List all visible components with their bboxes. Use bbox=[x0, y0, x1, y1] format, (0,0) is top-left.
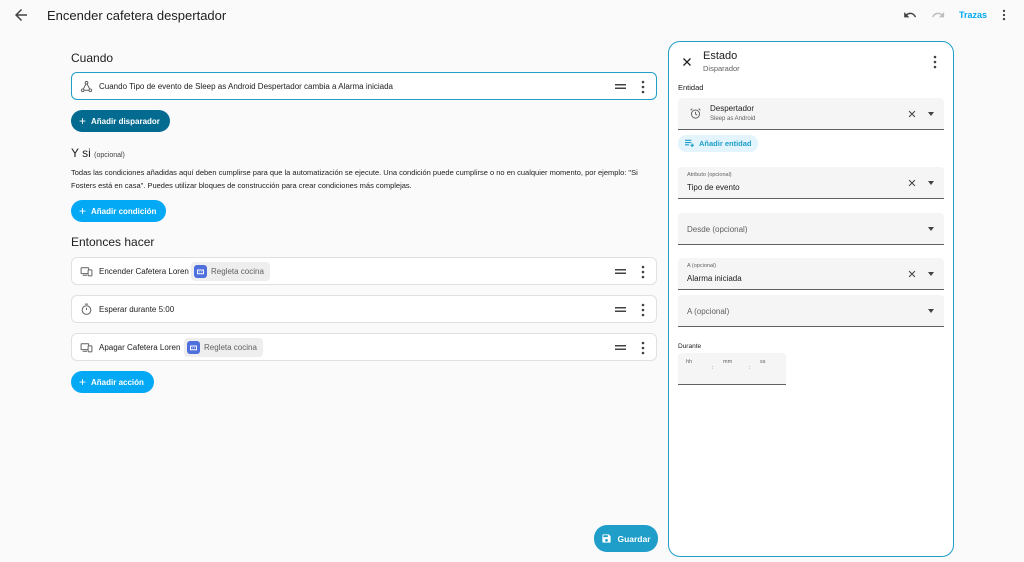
conditions-title-text: Y si bbox=[71, 146, 91, 160]
entity-picker[interactable]: Despertador Sleep as Android bbox=[678, 98, 944, 130]
to-field-value: Alarma iniciada bbox=[687, 274, 742, 283]
duration-label: Durante bbox=[678, 343, 702, 350]
dropdown-arrow-icon[interactable] bbox=[928, 181, 934, 185]
save-label: Guardar bbox=[617, 533, 651, 544]
undo-icon[interactable] bbox=[903, 8, 917, 22]
action-card[interactable]: Apagar Cafetera Loren Regleta cocina bbox=[71, 333, 657, 361]
save-icon bbox=[602, 534, 612, 543]
entity-name: Despertador bbox=[710, 104, 755, 113]
trigger-text: Cuando Tipo de evento de Sleep as Androi… bbox=[99, 82, 393, 91]
plus-icon: + bbox=[79, 114, 87, 128]
device-chip[interactable]: Regleta cocina bbox=[191, 262, 270, 281]
dropdown-arrow-icon[interactable] bbox=[928, 309, 934, 313]
page-title: Encender cafetera despertador bbox=[47, 8, 227, 23]
device-chip-label: Regleta cocina bbox=[204, 343, 257, 352]
entity-integration: Sleep as Android bbox=[710, 116, 756, 122]
add-action-label: Añadir acción bbox=[91, 377, 144, 387]
action-card[interactable]: Esperar durante 5:00 bbox=[71, 295, 657, 323]
more-vert-icon[interactable] bbox=[640, 341, 646, 355]
action-text: Encender Cafetera Loren bbox=[99, 267, 189, 276]
to-field-label: A (opcional) bbox=[687, 263, 717, 269]
more-vert-icon[interactable] bbox=[932, 55, 938, 69]
add-action-button[interactable]: + Añadir acción bbox=[71, 371, 154, 393]
plus-icon: + bbox=[79, 375, 87, 389]
trigger-editor-panel: Estado Disparador Entidad Despertador Sl… bbox=[668, 41, 954, 557]
conditions-section-title: Y si (opcional) bbox=[71, 146, 125, 160]
panel-title: Estado bbox=[703, 50, 738, 62]
conditions-description: Todas las condiciones añadidas aquí debe… bbox=[71, 168, 638, 190]
action-text: Esperar durante 5:00 bbox=[99, 305, 175, 314]
seconds-input[interactable]: ss bbox=[760, 359, 766, 365]
dropdown-arrow-icon[interactable] bbox=[928, 272, 934, 276]
devices-icon bbox=[80, 343, 93, 353]
minutes-input[interactable]: mm bbox=[723, 359, 732, 365]
duration-separator: : bbox=[749, 365, 751, 371]
clear-icon[interactable] bbox=[907, 269, 917, 279]
dropdown-arrow-icon[interactable] bbox=[928, 227, 934, 231]
duration-input[interactable]: hh : mm : ss bbox=[678, 353, 786, 385]
close-icon[interactable] bbox=[681, 56, 693, 68]
from-select[interactable]: Desde (opcional) bbox=[678, 213, 944, 245]
drag-handle-icon[interactable] bbox=[615, 269, 626, 274]
drag-handle-icon[interactable] bbox=[615, 345, 626, 350]
entity-label: Entidad bbox=[678, 83, 704, 92]
add-trigger-button[interactable]: + Añadir disparador bbox=[71, 110, 170, 132]
redo-icon[interactable] bbox=[931, 8, 945, 22]
more-vert-icon[interactable] bbox=[640, 303, 646, 317]
power-strip-icon bbox=[194, 265, 207, 278]
alarm-clock-icon bbox=[690, 108, 701, 119]
conditions-optional-text: (opcional) bbox=[94, 152, 125, 159]
plus-icon: + bbox=[79, 204, 87, 218]
clear-icon[interactable] bbox=[907, 178, 917, 188]
playlist-add-icon bbox=[685, 139, 694, 148]
devices-icon bbox=[80, 267, 93, 277]
add-condition-button[interactable]: + Añadir condición bbox=[71, 200, 167, 222]
more-vert-icon[interactable] bbox=[640, 265, 646, 279]
more-vert-icon[interactable] bbox=[999, 8, 1009, 22]
attribute-select[interactable]: Atributo (opcional) Tipo de evento bbox=[678, 167, 944, 199]
drag-handle-icon[interactable] bbox=[615, 307, 626, 312]
save-button[interactable]: Guardar bbox=[594, 525, 658, 552]
action-text: Apagar Cafetera Loren bbox=[99, 343, 181, 352]
top-bar: Encender cafetera despertador Trazas bbox=[0, 0, 1024, 30]
power-strip-icon bbox=[187, 341, 200, 354]
add-trigger-label: Añadir disparador bbox=[91, 116, 160, 126]
trigger-state-icon bbox=[80, 80, 93, 93]
attribute-field-label: Atributo (opcional) bbox=[687, 172, 732, 178]
hours-input[interactable]: hh bbox=[686, 359, 692, 365]
from-placeholder: Desde (opcional) bbox=[687, 225, 748, 234]
to-select[interactable]: A (opcional) Alarma iniciada bbox=[678, 258, 944, 290]
add-condition-label: Añadir condición bbox=[91, 206, 157, 216]
actions-section-title: Entonces hacer bbox=[71, 235, 155, 249]
clear-icon[interactable] bbox=[907, 109, 917, 119]
add-entity-button[interactable]: Añadir entidad bbox=[678, 135, 758, 152]
action-card[interactable]: Encender Cafetera Loren Regleta cocina bbox=[71, 257, 657, 285]
panel-subtitle: Disparador bbox=[703, 64, 740, 73]
attribute-field-value: Tipo de evento bbox=[687, 183, 740, 192]
back-arrow-icon[interactable] bbox=[12, 6, 30, 24]
dropdown-arrow-icon[interactable] bbox=[928, 112, 934, 116]
drag-handle-icon[interactable] bbox=[615, 84, 626, 89]
more-vert-icon[interactable] bbox=[640, 80, 646, 94]
to-select-empty[interactable]: A (opcional) bbox=[678, 295, 944, 327]
trigger-card[interactable]: Cuando Tipo de evento de Sleep as Androi… bbox=[71, 72, 657, 100]
device-chip[interactable]: Regleta cocina bbox=[184, 338, 263, 357]
to-placeholder: A (opcional) bbox=[687, 307, 730, 316]
timer-icon bbox=[81, 303, 92, 315]
add-entity-label: Añadir entidad bbox=[699, 139, 752, 148]
traces-button[interactable]: Trazas bbox=[959, 10, 987, 20]
when-section-title: Cuando bbox=[71, 51, 114, 65]
device-chip-label: Regleta cocina bbox=[211, 267, 264, 276]
duration-separator: : bbox=[712, 365, 714, 371]
